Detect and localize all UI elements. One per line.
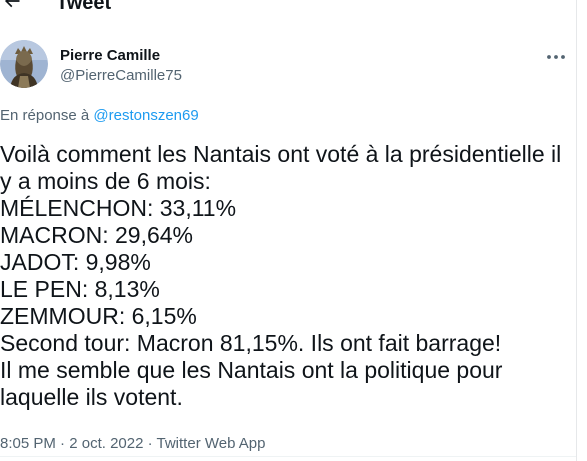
reply-mention-link[interactable]: @restonszen69 [93, 107, 198, 124]
tweet-line: Voilà comment les Nantais ont voté à la … [0, 141, 562, 167]
reply-context: En réponse à @restonszen69 [0, 107, 199, 125]
tweet-line: y a moins de 6 mois: [0, 168, 211, 194]
arrow-left-icon[interactable] [2, 0, 22, 11]
meta-separator: · [143, 435, 157, 452]
tweet-line: LE PEN: 8,13% [0, 276, 160, 302]
tweet-line: laquelle ils votent. [0, 384, 183, 410]
tweet-source: Twitter Web App [156, 435, 266, 452]
tweet-text: Voilà comment les Nantais ont voté à la … [0, 141, 570, 411]
tweet-date-link[interactable]: 2 oct. 2022 [69, 435, 143, 452]
tweet-line: ZEMMOUR: 6,15% [0, 303, 197, 329]
reply-prefix: En réponse à [0, 107, 94, 124]
column-divider [576, 0, 577, 461]
tweet-line: JADOT: 9,98% [0, 249, 151, 275]
tweet-meta: 8:05 PM · 2 oct. 2022 · Twitter Web App [0, 435, 265, 453]
tweet-line: MACRON: 29,64% [0, 222, 194, 248]
tweet-line: Il me semble que les Nantais ont la poli… [0, 357, 503, 383]
avatar[interactable] [0, 40, 48, 88]
meta-separator: · [55, 435, 70, 452]
tweet-header: Tweet [0, 0, 587, 22]
tweet-line: MÉLENCHON: 33,11% [0, 195, 237, 221]
more-options-icon[interactable] [545, 47, 567, 67]
tweet-time-link[interactable]: 8:05 PM [0, 435, 56, 452]
statue-avatar-icon [0, 40, 48, 88]
author-name[interactable]: Pierre Camille [60, 47, 160, 65]
author-handle[interactable]: @PierreCamille75 [60, 67, 182, 85]
meta-divider [0, 456, 576, 457]
page-title: Tweet [56, 0, 112, 14]
tweet-line: Second tour: Macron 81,15%. Ils ont fait… [0, 330, 502, 356]
